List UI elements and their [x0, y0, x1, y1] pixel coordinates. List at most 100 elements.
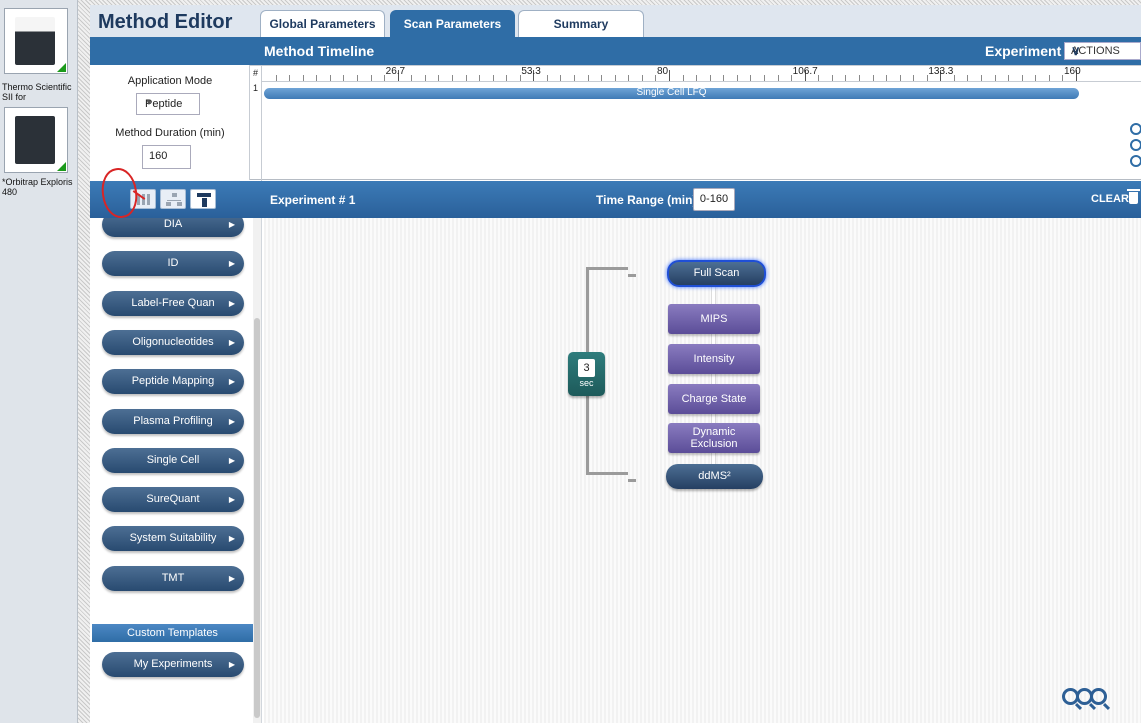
ruler-tick [981, 75, 983, 81]
ruler-tick [451, 75, 453, 81]
ruler-tick [424, 75, 426, 81]
row-number: 1 [253, 83, 259, 93]
actions-dropdown[interactable]: ACTIONS ∨ [1064, 42, 1141, 60]
tab-global-parameters[interactable]: Global Parameters [260, 10, 385, 37]
instrument-tile-lc[interactable] [4, 8, 68, 74]
ruler-tick-label: 160 [1064, 66, 1081, 77]
chevron-down-icon: ∨ [1071, 43, 1081, 58]
ruler-tick [289, 75, 291, 81]
time-range-input[interactable]: 0-160 [693, 188, 735, 211]
template-item[interactable]: Plasma Profiling ▶ [102, 408, 244, 434]
application-mode-select[interactable]: Peptide ▼ [136, 93, 200, 115]
scrollbar-thumb[interactable] [254, 318, 260, 718]
zoom-in-icon[interactable] [1090, 688, 1107, 705]
page-title: Method Editor [98, 11, 233, 33]
bracket-link [628, 479, 636, 482]
status-triangle-icon [57, 63, 66, 72]
timeline-title: Method Timeline [264, 43, 375, 59]
ruler-tick [465, 75, 467, 81]
chevron-right-icon: ▶ [228, 660, 235, 669]
chevron-right-icon: ▶ [228, 495, 235, 505]
template-item[interactable]: Oligonucleotides ▶ [102, 329, 244, 355]
tab-scan-parameters[interactable]: Scan Parameters [390, 10, 515, 37]
row-header-hash: # [253, 68, 259, 78]
scrollbar[interactable] [253, 218, 261, 723]
ruler-tick [275, 75, 277, 81]
ruler-tick [845, 75, 847, 81]
ruler-tick [370, 75, 372, 81]
trash-icon[interactable] [1127, 189, 1140, 204]
ruler-tick [329, 75, 331, 81]
tree-view-icon[interactable] [160, 189, 186, 209]
template-view-icon[interactable] [190, 189, 216, 209]
template-label: Peptide Mapping [131, 375, 215, 388]
ruler-tick [1048, 75, 1050, 81]
template-item[interactable]: Peptide Mapping ▶ [102, 369, 244, 395]
ruler-tick [967, 75, 969, 81]
template-item[interactable]: Single Cell ▶ [102, 447, 244, 473]
ddms2-node[interactable]: ddMS² [666, 464, 763, 489]
method-timeline: # 1 26.7 53.3 80 106.7 133.3 160 Single Cell … [250, 65, 1141, 181]
template-item[interactable]: DIA ▶ [102, 218, 244, 237]
template-label: Label-Free Quan [131, 296, 215, 309]
template-item[interactable]: System Suitability ▶ [102, 526, 244, 552]
template-item[interactable]: SureQuant ▶ [102, 487, 244, 513]
template-item[interactable]: TMT ▶ [102, 565, 244, 591]
chevron-right-icon: ▶ [228, 377, 235, 387]
dynamic-exclusion-filter-node[interactable]: Dynamic Exclusion [668, 423, 760, 453]
ruler-tick [913, 75, 915, 81]
ruler-tick [872, 75, 874, 81]
clear-button[interactable]: CLEAR [1091, 193, 1129, 205]
method-duration-input[interactable]: 160 [142, 145, 191, 169]
template-item[interactable]: Label-Free Quan ▶ [102, 290, 244, 316]
splitter[interactable] [78, 0, 90, 723]
ruler-tick [574, 75, 576, 81]
full-scan-node[interactable]: Full Scan [667, 260, 766, 287]
template-label: ID [167, 257, 179, 270]
chevron-right-icon: ▶ [228, 337, 235, 347]
experiment-bar[interactable]: Single Cell LFQ [264, 88, 1079, 99]
ruler-tick [587, 75, 589, 81]
ruler-tick [886, 75, 888, 81]
template-label: Single Cell [146, 453, 200, 466]
template-label: Oligonucleotides [132, 335, 214, 348]
intensity-filter-node[interactable]: Intensity [668, 344, 760, 374]
tab-summary[interactable]: Summary [518, 10, 644, 37]
method-settings: Application Mode Peptide ▼ Method Durati… [90, 65, 250, 180]
ruler-tick [546, 75, 548, 81]
ruler-tick [858, 75, 860, 81]
ruler-tick [479, 75, 481, 81]
template-label: TMT [161, 571, 185, 584]
chevron-right-icon: ▶ [228, 298, 235, 308]
ruler-tick [669, 70, 670, 81]
template-list: Custom Templates DIA ▶ ID ▶ Label-Free Quan ▶… [90, 218, 262, 723]
template-label: My Experiments [133, 658, 213, 670]
scan-tree-canvas: 3 sec Full Scan MIPS Intensity Charge State… [264, 218, 1141, 723]
view-switcher [130, 189, 230, 211]
custom-templates-header: Custom Templates [92, 624, 253, 642]
ruler-tick [560, 75, 562, 81]
ruler-tick [1021, 75, 1023, 81]
reset-icon[interactable] [1130, 139, 1141, 151]
chevron-right-icon: ▶ [228, 455, 235, 465]
mips-filter-node[interactable]: MIPS [668, 304, 760, 334]
charge-state-filter-node[interactable]: Charge State [668, 384, 760, 414]
chevron-right-icon: ▶ [228, 534, 235, 544]
ruler-tick-label: 133.3 [928, 66, 954, 77]
cycle-time-node[interactable]: 3 sec [568, 352, 605, 396]
caret-down-icon: ▼ [145, 98, 153, 107]
chevron-right-icon: ▶ [228, 259, 235, 269]
ruler-tick-label: 26.7 [385, 66, 406, 77]
template-item[interactable]: ID ▶ [102, 251, 244, 277]
ruler-tick [818, 75, 820, 81]
bracket-link [628, 274, 636, 277]
zoom-in-icon[interactable] [1130, 123, 1141, 135]
zoom-out-icon[interactable] [1130, 155, 1141, 167]
template-label: System Suitability [129, 532, 217, 545]
ruler-tick [343, 75, 345, 81]
node-connector [711, 284, 716, 306]
custom-template-item[interactable]: My Experiments ▶ [102, 652, 244, 677]
cycle-time-value[interactable]: 3 [578, 359, 595, 377]
method-duration-label: Method Duration (min) [115, 127, 225, 139]
instrument-tile-ms[interactable] [4, 107, 68, 173]
